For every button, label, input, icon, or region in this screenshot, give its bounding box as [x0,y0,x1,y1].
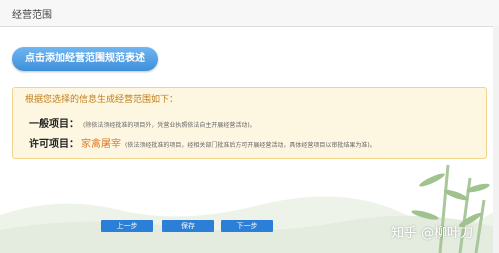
watermark-text: 知乎 @柳叶刀 [391,226,474,241]
next-step-button[interactable]: 下一步 [221,220,273,232]
licensed-items-note: (依法须经批准的项目，经相关部门批准后方可开展经营活动，具体经营项目以审批结果为… [125,142,376,149]
add-business-scope-button[interactable]: 点击添加经营范围规范表述 [12,47,158,71]
section-title: 经营范围 [12,10,52,21]
save-button[interactable]: 保存 [162,220,214,232]
licensed-item-value: 家禽屠宰 [81,139,121,150]
licensed-items-label: 许可项目： [29,139,79,150]
panel-header: 根据您选择的信息生成经营范围如下： [25,95,179,105]
general-items-label: 一般项目： [29,119,79,130]
section-header-bar [0,0,499,27]
scrollbar[interactable] [493,26,499,253]
general-items-note: (除依法须经批准的项目外，凭营业执照依法自主开展经营活动)。 [83,122,256,129]
licensed-items-row: 许可项目： 家禽屠宰 (依法须经批准的项目，经相关部门批准后方可开展经营活动，具体经… [29,135,376,150]
previous-step-button[interactable]: 上一步 [101,220,153,232]
general-items-row: 一般项目： (除依法须经批准的项目外，凭营业执照依法自主开展经营活动)。 [29,115,256,130]
business-scope-panel: 根据您选择的信息生成经营范围如下： 一般项目： (除依法须经批准的项目外，凭营业执… [12,87,487,159]
